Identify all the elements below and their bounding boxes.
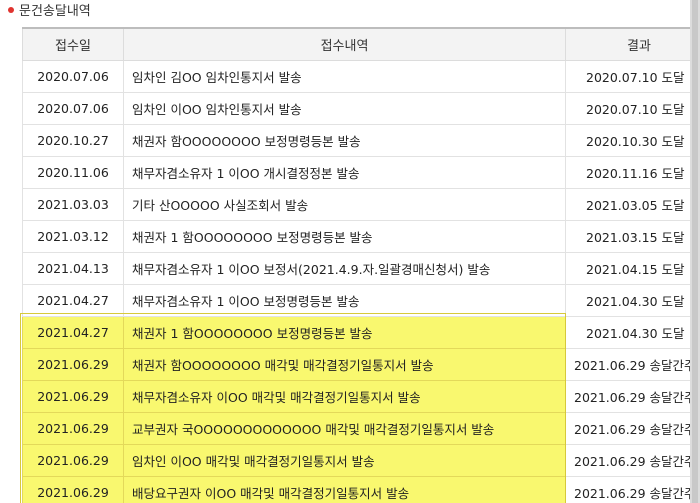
section-title: 문건송달내역 — [8, 2, 91, 22]
scrollbar-thumb[interactable] — [692, 0, 698, 503]
table-row: 2021.03.12 채권자 1 함OOOOOOOO 보정명령등본 발송 2021.… — [22, 220, 690, 253]
vertical-scrollbar[interactable] — [690, 0, 700, 503]
bullet-icon — [8, 6, 14, 13]
page: 문건송달내역 접수일 접수내역 결과 2020.07.06 임차인 김OO 임차인… — [0, 0, 690, 503]
table-row: 2021.06.29 채무자겸소유자 이OO 매각및 매각결정기일통지서 발송 20… — [22, 380, 690, 413]
result-cell: 2021.06.29 송달간주 — [565, 444, 690, 477]
date-cell: 2021.04.13 — [22, 252, 124, 285]
table-row: 2021.06.29 교부권자 국OOOOOOOOOOOOO 매각및 매각결정기일… — [22, 412, 690, 445]
table-row: 2021.06.29 임차인 이OO 매각및 매각결정기일통지서 발송 2021.0… — [22, 444, 690, 477]
content-cell: 채무자겸소유자 1 이OO 개시결정정본 발송 — [123, 156, 566, 189]
result-cell: 2021.06.29 송달간주 — [565, 476, 690, 503]
date-cell: 2021.06.29 — [22, 476, 124, 503]
result-cell: 2021.04.15 도달 — [565, 252, 690, 285]
delivery-table: 접수일 접수내역 결과 2020.07.06 임차인 김OO 임차인통지서 발송 2… — [22, 27, 690, 503]
header-result: 결과 — [565, 27, 690, 61]
table-row: 2020.07.06 임차인 이OO 임차인통지서 발송 2020.07.10 도달 — [22, 92, 690, 125]
result-cell: 2021.06.29 송달간주 — [565, 380, 690, 413]
table-row: 2021.04.27 채권자 1 함OOOOOOOO 보정명령등본 발송 2021.… — [22, 316, 690, 349]
date-cell: 2020.10.27 — [22, 124, 124, 157]
section-title-text: 문건송달내역 — [19, 4, 91, 19]
table-row: 2021.03.03 기타 산OOOOO 사실조회서 발송 2021.03.05 도… — [22, 188, 690, 221]
content-cell: 임차인 이OO 임차인통지서 발송 — [123, 92, 566, 125]
date-cell: 2020.07.06 — [22, 60, 124, 93]
date-cell: 2021.03.03 — [22, 188, 124, 221]
result-cell: 2021.06.29 송달간주 — [565, 348, 690, 381]
content-cell: 배당요구권자 이OO 매각및 매각결정기일통지서 발송 — [123, 476, 566, 503]
content-cell: 임차인 김OO 임차인통지서 발송 — [123, 60, 566, 93]
content-cell: 채무자겸소유자 1 이OO 보정서(2021.4.9.자.일괄경매신청서) 발송 — [123, 252, 566, 285]
date-cell: 2021.06.29 — [22, 412, 124, 445]
content-cell: 임차인 이OO 매각및 매각결정기일통지서 발송 — [123, 444, 566, 477]
table-header-row: 접수일 접수내역 결과 — [22, 27, 690, 61]
table-row: 2021.04.13 채무자겸소유자 1 이OO 보정서(2021.4.9.자.일… — [22, 252, 690, 285]
date-cell: 2021.03.12 — [22, 220, 124, 253]
date-cell: 2020.11.06 — [22, 156, 124, 189]
result-cell: 2021.04.30 도달 — [565, 284, 690, 317]
result-cell: 2020.07.10 도달 — [565, 92, 690, 125]
date-cell: 2021.04.27 — [22, 284, 124, 317]
table-body: 2020.07.06 임차인 김OO 임차인통지서 발송 2020.07.10 도달… — [22, 60, 690, 503]
date-cell: 2020.07.06 — [22, 92, 124, 125]
table-row: 2020.07.06 임차인 김OO 임차인통지서 발송 2020.07.10 도달 — [22, 60, 690, 93]
date-cell: 2021.06.29 — [22, 444, 124, 477]
content-cell: 채무자겸소유자 이OO 매각및 매각결정기일통지서 발송 — [123, 380, 566, 413]
table-row: 2021.06.29 배당요구권자 이OO 매각및 매각결정기일통지서 발송 202… — [22, 476, 690, 503]
header-content: 접수내역 — [123, 27, 566, 61]
result-cell: 2021.06.29 송달간주 — [565, 412, 690, 445]
content-cell: 채권자 1 함OOOOOOOO 보정명령등본 발송 — [123, 316, 566, 349]
table-row: 2020.11.06 채무자겸소유자 1 이OO 개시결정정본 발송 2020.11… — [22, 156, 690, 189]
content-cell: 채권자 1 함OOOOOOOO 보정명령등본 발송 — [123, 220, 566, 253]
result-cell: 2020.07.10 도달 — [565, 60, 690, 93]
date-cell: 2021.06.29 — [22, 380, 124, 413]
content-cell: 교부권자 국OOOOOOOOOOOOO 매각및 매각결정기일통지서 발송 — [123, 412, 566, 445]
header-date: 접수일 — [22, 27, 124, 61]
content-cell: 채권자 함OOOOOOOO 보정명령등본 발송 — [123, 124, 566, 157]
result-cell: 2021.03.05 도달 — [565, 188, 690, 221]
content-cell: 채권자 함OOOOOOOO 매각및 매각결정기일통지서 발송 — [123, 348, 566, 381]
content-cell: 채무자겸소유자 1 이OO 보정명령등본 발송 — [123, 284, 566, 317]
date-cell: 2021.04.27 — [22, 316, 124, 349]
content-cell: 기타 산OOOOO 사실조회서 발송 — [123, 188, 566, 221]
table-row: 2021.04.27 채무자겸소유자 1 이OO 보정명령등본 발송 2021.04… — [22, 284, 690, 317]
result-cell: 2020.11.16 도달 — [565, 156, 690, 189]
result-cell: 2021.03.15 도달 — [565, 220, 690, 253]
table-row: 2020.10.27 채권자 함OOOOOOOO 보정명령등본 발송 2020.10… — [22, 124, 690, 157]
result-cell: 2020.10.30 도달 — [565, 124, 690, 157]
table-row: 2021.06.29 채권자 함OOOOOOOO 매각및 매각결정기일통지서 발송… — [22, 348, 690, 381]
result-cell: 2021.04.30 도달 — [565, 316, 690, 349]
date-cell: 2021.06.29 — [22, 348, 124, 381]
